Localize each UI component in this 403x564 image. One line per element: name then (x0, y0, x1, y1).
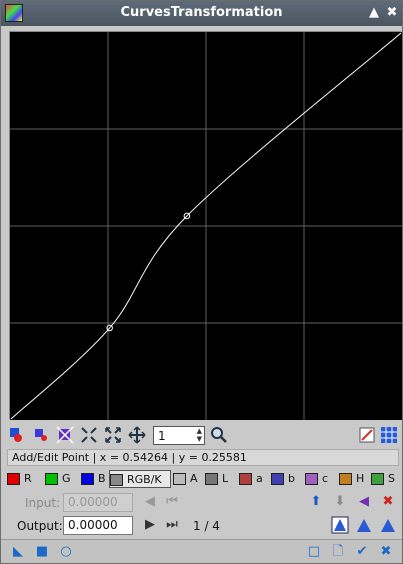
channel-label: B (98, 472, 106, 485)
channel-label: L (222, 472, 229, 485)
move-up-icon[interactable]: ⬆ (307, 493, 325, 511)
channel-selector: R G B RGB/K A La b c H S (7, 469, 399, 489)
channel-label: b (288, 472, 295, 485)
first-point-icon: ⏮ (166, 494, 178, 509)
store-icon[interactable] (55, 425, 75, 445)
prev-point-icon: ◀ (145, 494, 155, 509)
channel-label: a (256, 472, 263, 485)
close-icon[interactable]: ✖ (383, 4, 401, 22)
channel-H[interactable]: H (339, 470, 369, 488)
channel-swatch (205, 473, 218, 485)
channel-swatch (305, 473, 318, 485)
channel-swatch (371, 473, 384, 485)
title-bar[interactable]: CurvesTransformation ▲ ✖ (1, 1, 402, 26)
channel-c[interactable]: c (305, 470, 335, 488)
channel-label: RGB/K (127, 473, 162, 486)
channel-L[interactable]: L (205, 470, 235, 488)
interp-cubic-icon[interactable] (355, 516, 373, 534)
channel-b[interactable]: b (271, 470, 301, 488)
channel-swatch (7, 473, 20, 485)
channel-R[interactable]: R (7, 470, 37, 488)
invert-icon[interactable]: ◀ (355, 493, 373, 511)
channel-swatch (110, 474, 123, 486)
status-line: Add/Edit Point | x = 0.54264 | y = 0.255… (7, 449, 399, 466)
curves-window: CurvesTransformation ▲ ✖ 1 ▲ ▼ Add/Edit … (0, 0, 403, 564)
channel-label: c (322, 472, 329, 485)
preview-icon[interactable]: ○ (57, 543, 75, 561)
channel-label: S (388, 472, 395, 485)
channel-swatch (173, 473, 186, 485)
output-field[interactable]: 0.00000 (63, 516, 133, 535)
zoom-out-icon[interactable] (103, 425, 123, 445)
shade-icon[interactable]: ▲ (365, 4, 383, 22)
zoom-value: 1 (158, 429, 166, 443)
move-down-icon[interactable]: ⬇ (331, 493, 349, 511)
bottom-bar: ◣ ■ ○ □ 🗋 ✔ ✖ (1, 539, 402, 563)
apply-icon[interactable]: ✔ (353, 543, 371, 561)
apply-global-icon[interactable]: ■ (33, 543, 51, 561)
channel-swatch (81, 473, 94, 485)
input-label: Input: (25, 496, 61, 510)
channel-swatch (271, 473, 284, 485)
cancel-icon[interactable]: ✖ (377, 543, 395, 561)
channel-RGBK[interactable]: RGB/K (109, 470, 171, 488)
delete-point-icon[interactable] (31, 425, 51, 445)
curve-plot[interactable] (9, 31, 402, 420)
next-point-icon[interactable]: ▶ (141, 516, 159, 534)
zoom-spinbox[interactable]: 1 ▲ ▼ (153, 426, 205, 445)
spin-arrows-icon[interactable]: ▲ ▼ (197, 427, 202, 443)
reset-curve-icon[interactable]: ✖ (379, 493, 397, 511)
channel-a[interactable]: a (239, 470, 269, 488)
reset-icon[interactable]: □ (305, 543, 323, 561)
channel-label: H (356, 472, 365, 485)
channel-swatch (239, 473, 252, 485)
grid-icon[interactable] (379, 425, 399, 445)
input-field: 0.00000 (63, 493, 133, 512)
channel-swatch (339, 473, 352, 485)
channel-label: R (24, 472, 32, 485)
zoom-in-icon[interactable] (79, 425, 99, 445)
browse-icon[interactable]: 🗋 (329, 543, 347, 561)
channel-G[interactable]: G (45, 470, 75, 488)
curve-graph[interactable] (10, 32, 402, 420)
pan-icon[interactable] (127, 425, 147, 445)
channel-label: A (190, 472, 198, 485)
channel-S[interactable]: S (371, 470, 401, 488)
new-instance-icon[interactable]: ◣ (9, 543, 27, 561)
interp-linear-icon[interactable] (379, 516, 397, 534)
window-title: CurvesTransformation (120, 5, 283, 20)
output-label: Output: (17, 519, 63, 533)
select-point-icon[interactable] (7, 425, 27, 445)
point-index: 1 / 4 (193, 519, 220, 533)
channel-label: G (62, 472, 71, 485)
curve-toolbar: 1 ▲ ▼ (7, 425, 399, 447)
interp-akima-icon[interactable] (331, 516, 349, 534)
channel-swatch (45, 473, 58, 485)
channel-A[interactable]: A (173, 470, 203, 488)
channel-B[interactable]: B (81, 470, 111, 488)
magnify-icon[interactable] (209, 425, 229, 445)
last-point-icon[interactable]: ⏭ (163, 516, 181, 534)
edit-color-icon[interactable] (357, 425, 377, 445)
